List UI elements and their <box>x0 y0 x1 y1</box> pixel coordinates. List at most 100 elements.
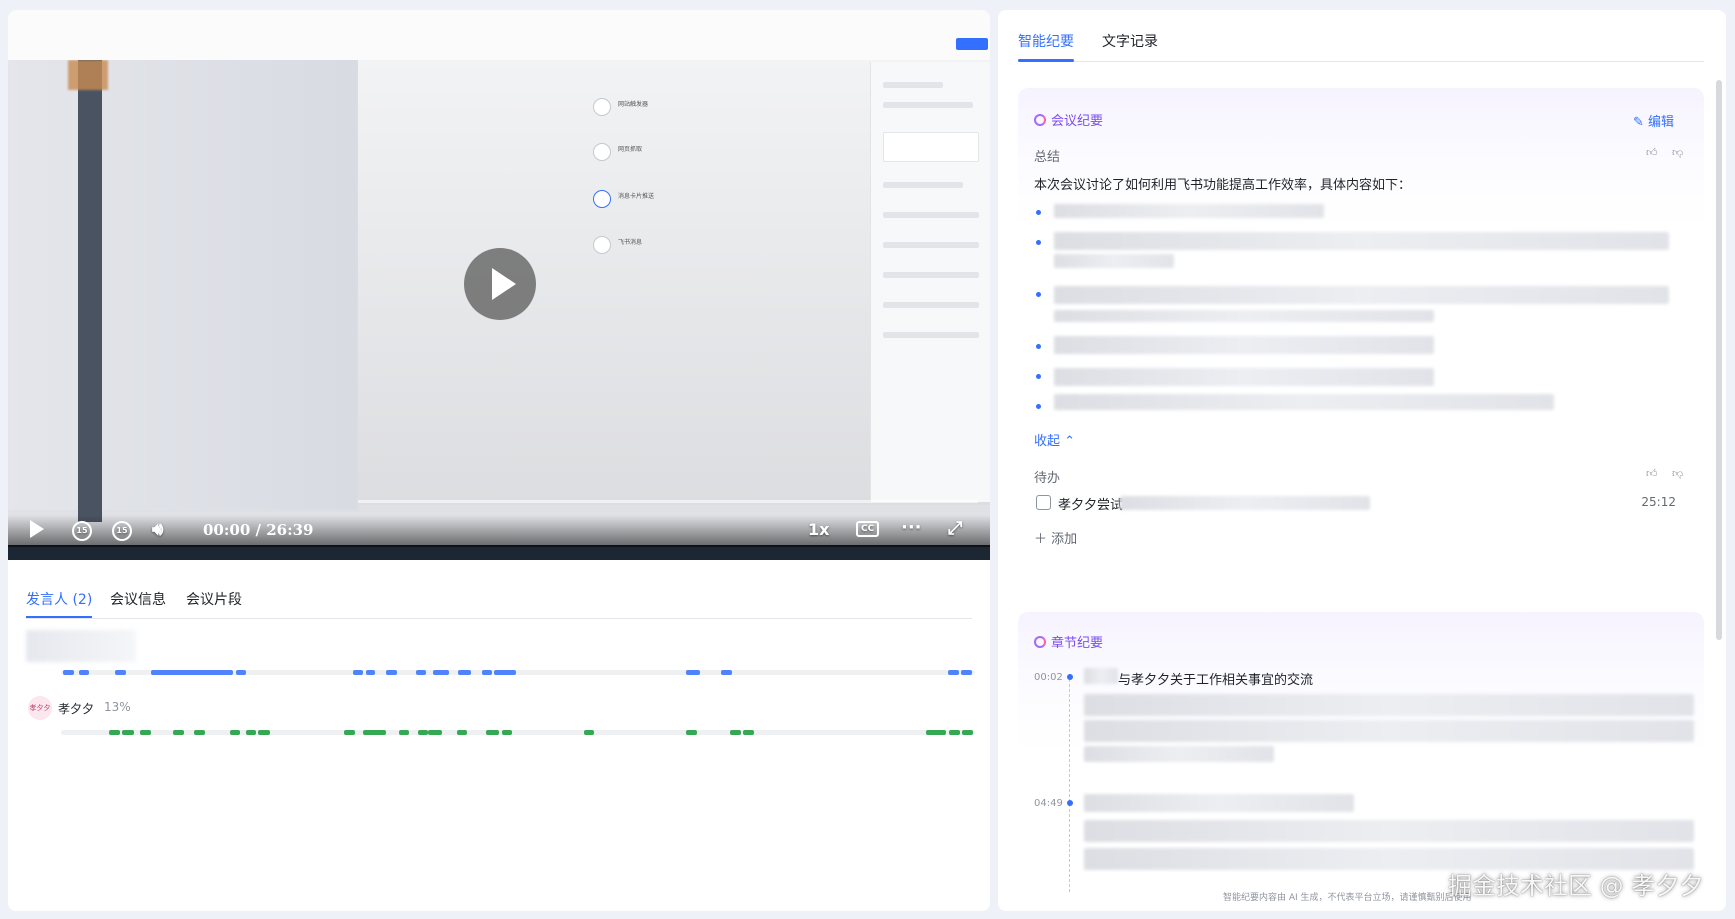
speaker-row[interactable] <box>8 630 990 675</box>
redacted-text <box>1120 496 1370 510</box>
left-panel: 网站触发器 网页抓取 消息卡片推送 飞书消息 15 15 🔊︎ 00:00 / … <box>8 10 990 911</box>
chapter-time[interactable]: 04:49 <box>1034 798 1063 809</box>
edit-label: 编辑 <box>1647 115 1674 130</box>
redacted-text <box>1084 720 1694 742</box>
todo-label: 待办 <box>1034 471 1061 486</box>
redacted-text <box>1054 286 1669 304</box>
ai-ring-icon <box>1034 635 1046 648</box>
todo-checkbox[interactable] <box>1036 495 1051 510</box>
video-controls: 15 15 🔊︎ 00:00 / 26:39 1x CC ··· ⤢ <box>8 515 990 547</box>
chapter-time[interactable]: 00:02 <box>1034 672 1063 683</box>
flow-node-icon <box>593 190 611 208</box>
chapter-card: 章节纪要 00:02 与孝夕夕关于工作相关事宜的交流 04:49 <box>1018 612 1704 894</box>
flow-node-title: 网页抓取 <box>618 146 643 153</box>
plus-icon: ＋ <box>1034 532 1048 547</box>
tab-divider <box>1018 61 1704 62</box>
thumbs-up-icon[interactable]: 👍︎ <box>1646 467 1658 480</box>
speaker-name: 孝夕夕 <box>58 702 95 716</box>
flow-node-title: 飞书消息 <box>618 239 643 246</box>
speaker-percent: 13% <box>104 700 131 714</box>
redacted-text <box>1054 394 1554 410</box>
minutes-card-title: 会议纪要 <box>1034 110 1103 129</box>
flow-node-icon <box>593 98 611 116</box>
flow-node-icon <box>593 236 611 254</box>
video-player[interactable]: 网站触发器 网页抓取 消息卡片推送 飞书消息 15 15 🔊︎ 00:00 / … <box>8 10 990 560</box>
captions-button[interactable]: CC <box>856 521 880 537</box>
volume-icon[interactable]: 🔊︎ <box>152 519 163 540</box>
thumbs-up-icon[interactable]: 👍︎ <box>1646 146 1658 159</box>
footer-disclaimer: 智能纪要内容由 AI 生成，不代表平台立场，请谨慎甄别后使用 <box>1223 893 1472 903</box>
tab-divider <box>26 618 972 619</box>
add-label: 添加 <box>1051 532 1078 547</box>
edit-button[interactable]: ✎ 编辑 <box>1633 111 1674 130</box>
forward-15-icon[interactable]: 15 <box>112 521 132 541</box>
speaker-timeline[interactable] <box>61 670 975 675</box>
redacted-text <box>1084 668 1118 684</box>
chapter-timeline-line <box>1069 674 1070 892</box>
flow-node-title: 消息卡片推送 <box>618 193 655 200</box>
tab-active-indicator <box>26 616 92 618</box>
redacted-text <box>1084 820 1694 842</box>
bullet <box>1036 240 1041 245</box>
redacted-text <box>1054 232 1669 250</box>
scrollbar[interactable] <box>1716 80 1722 640</box>
play-button[interactable] <box>30 520 44 538</box>
video-frame-taskbar <box>8 545 990 560</box>
speaker-row[interactable]: 孝夕夕 孝夕夕 13% <box>8 696 990 736</box>
redacted-text <box>1084 694 1694 716</box>
tab-meeting-info[interactable]: 会议信息 <box>110 589 166 609</box>
flow-node-title: 网站触发器 <box>618 101 649 108</box>
redacted-text <box>1054 368 1434 386</box>
more-options-button[interactable]: ··· <box>901 517 922 538</box>
redacted-text <box>1054 204 1324 218</box>
bullet <box>1036 292 1041 297</box>
minutes-title-text: 会议纪要 <box>1051 114 1104 129</box>
bullet <box>1036 344 1041 349</box>
speaker-timeline[interactable] <box>61 730 975 735</box>
redacted-text <box>1054 336 1434 354</box>
rewind-15-icon[interactable]: 15 <box>72 521 92 541</box>
redacted-text <box>1054 254 1174 268</box>
chapter-title[interactable]: 与孝夕夕关于工作相关事宜的交流 <box>1118 669 1313 688</box>
speaker-name-redacted <box>26 630 136 662</box>
video-frame-left-pane <box>8 10 358 510</box>
bullet <box>1036 210 1041 215</box>
bullet <box>1036 404 1041 409</box>
chapter-dot <box>1067 674 1073 680</box>
speed-button[interactable]: 1x <box>808 520 829 539</box>
tab-speakers[interactable]: 发言人 (2) <box>26 589 92 609</box>
play-overlay-button[interactable] <box>464 248 536 320</box>
thumbs-down-icon[interactable]: 👎︎ <box>1672 146 1683 159</box>
video-frame-stripe <box>78 22 102 522</box>
minutes-card: 会议纪要 ✎ 编辑 总结 👍︎ 👎︎ 本次会议讨论了如何利用飞书功能提高工作效率… <box>1018 88 1704 558</box>
watermark: 掘金技术社区 @ 孝夕夕 <box>1448 872 1704 900</box>
video-frame-accent <box>68 60 108 90</box>
tab-meeting-clips[interactable]: 会议片段 <box>186 589 242 609</box>
add-todo-button[interactable]: ＋ 添加 <box>1034 528 1077 547</box>
ai-ring-icon <box>1034 113 1046 126</box>
pencil-icon: ✎ <box>1632 115 1644 130</box>
fullscreen-icon[interactable]: ⤢ <box>948 518 962 539</box>
left-tab-bar: 发言人 (2) 会议信息 会议片段 <box>8 563 990 619</box>
redacted-text <box>1054 310 1434 322</box>
collapse-button[interactable]: 收起 ⌃ <box>1034 430 1075 449</box>
redacted-text <box>1084 794 1354 812</box>
flow-node-icon <box>593 143 611 161</box>
thumbs-down-icon[interactable]: 👎︎ <box>1672 467 1683 480</box>
chapter-dot <box>1067 800 1073 806</box>
collapse-label: 收起 <box>1034 434 1061 449</box>
tab-transcript[interactable]: 文字记录 <box>1102 31 1158 51</box>
tab-active-indicator <box>1018 59 1074 62</box>
redacted-text <box>1084 746 1274 762</box>
chapter-card-title: 章节纪要 <box>1034 632 1103 651</box>
tab-smart-minutes[interactable]: 智能纪要 <box>1018 31 1074 51</box>
avatar: 孝夕夕 <box>28 696 52 720</box>
video-frame-titlebar <box>8 10 990 60</box>
todo-timestamp[interactable]: 25:12 <box>1641 495 1676 509</box>
video-progress-bar[interactable] <box>358 500 978 503</box>
summary-label: 总结 <box>1034 150 1061 165</box>
summary-text: 本次会议讨论了如何利用飞书功能提高工作效率，具体内容如下： <box>1034 178 1412 193</box>
chapter-title-text: 章节纪要 <box>1051 636 1104 651</box>
video-frame-publish-button <box>956 38 988 50</box>
right-panel: 智能纪要 文字记录 会议纪要 ✎ 编辑 总结 👍︎ 👎︎ 本次会议讨论了如何利用… <box>998 10 1726 911</box>
